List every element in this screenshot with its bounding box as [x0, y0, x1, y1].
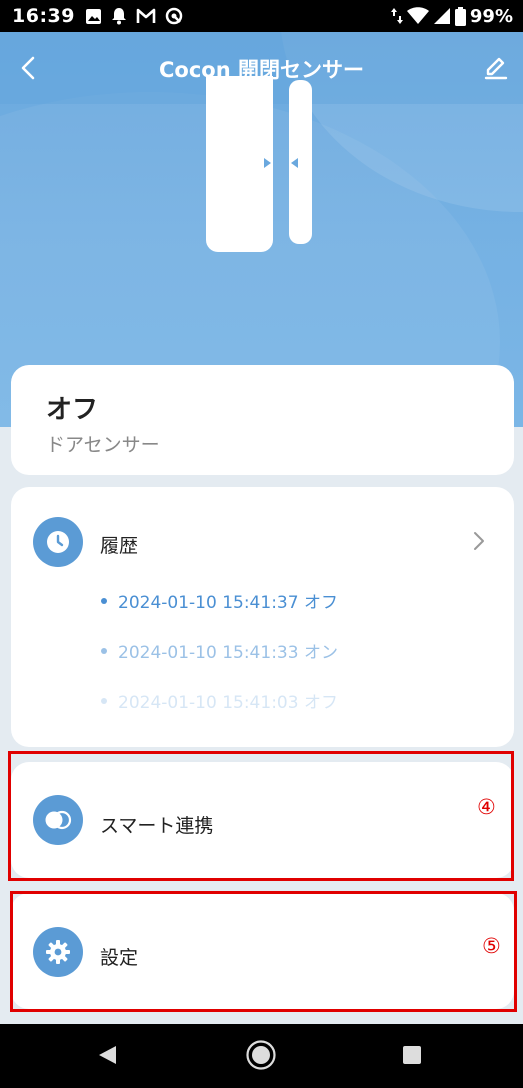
- history-entry: 2024-01-10 15:41:03 オフ: [101, 688, 338, 713]
- data-arrows-icon: [390, 8, 403, 24]
- bell-icon: [111, 8, 126, 25]
- history-entry: 2024-01-10 15:41:33 オン: [101, 638, 338, 663]
- history-card[interactable]: 履歴 2024-01-10 15:41:37 オフ 2024-01-10 15:…: [11, 487, 514, 747]
- wifi-icon: [406, 7, 429, 24]
- device-status-card: オフ ドアセンサー: [11, 365, 514, 475]
- page-title: Cocon 開閉センサー: [159, 58, 364, 82]
- bullet-dot: [101, 647, 107, 654]
- history-entry-text: 2024-01-10 15:41:33 オン: [118, 643, 338, 663]
- sensor-body: [206, 76, 273, 252]
- history-entry-text: 2024-01-10 15:41:03 オフ: [118, 693, 338, 713]
- history-entry-text: 2024-01-10 15:41:37 オフ: [118, 593, 338, 613]
- history-title: 履歴: [100, 535, 139, 557]
- battery-percent: 99%: [469, 5, 513, 27]
- pencil-icon: [484, 57, 508, 80]
- annotation-box-5: [10, 891, 517, 1012]
- annotation-number-5: ⑤: [482, 934, 501, 958]
- system-nav-bar: [0, 1024, 523, 1088]
- status-time: 16:39: [12, 5, 75, 27]
- history-icon-circle: [33, 517, 83, 567]
- edit-button[interactable]: [478, 50, 514, 86]
- door-sensor-illustration: [200, 76, 320, 256]
- history-entry: 2024-01-10 15:41:37 オフ: [101, 588, 338, 613]
- device-state: オフ: [46, 395, 99, 425]
- annotation-number-4: ④: [477, 795, 496, 819]
- home-circle-icon[interactable]: [245, 1039, 277, 1075]
- status-bar: 16:39 99%: [0, 0, 523, 32]
- back-triangle-icon[interactable]: [96, 1044, 118, 1070]
- gmail-icon: [136, 8, 156, 23]
- clock-icon: [47, 531, 69, 553]
- alignment-arrow-right: [264, 158, 271, 168]
- bullet-dot: [101, 697, 107, 704]
- chevron-right-icon[interactable]: [473, 531, 485, 555]
- device-type: ドアセンサー: [46, 434, 160, 456]
- sync-icon: [165, 7, 183, 25]
- image-icon: [85, 8, 101, 24]
- back-button[interactable]: [10, 50, 46, 86]
- bullet-dot: [101, 597, 107, 604]
- notification-icons: [85, 7, 183, 25]
- signal-icon: [433, 8, 450, 24]
- annotation-box-4: [8, 751, 514, 881]
- chevron-left-icon: [21, 56, 35, 80]
- system-icons: 99%: [390, 5, 513, 27]
- battery-icon: [454, 6, 466, 26]
- recent-square-icon[interactable]: [401, 1044, 423, 1070]
- alignment-arrow-left: [291, 158, 298, 168]
